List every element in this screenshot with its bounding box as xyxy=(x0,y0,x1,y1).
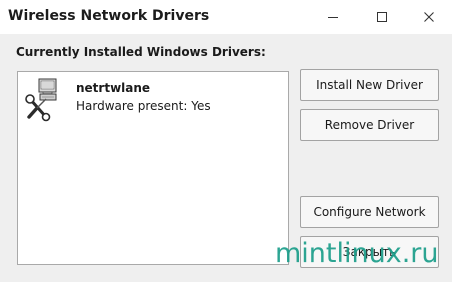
maximize-button[interactable] xyxy=(371,6,393,28)
minimize-button[interactable] xyxy=(322,6,344,28)
title-bar[interactable]: Wireless Network Drivers xyxy=(0,0,452,34)
installed-drivers-label: Currently Installed Windows Drivers: xyxy=(16,45,266,59)
close-icon xyxy=(424,12,434,22)
minimize-icon xyxy=(328,17,338,18)
close-button[interactable]: Закрыть xyxy=(300,236,439,268)
driver-name: netrtwlane xyxy=(76,81,151,95)
driver-list-item[interactable]: netrtwlane Hardware present: Yes xyxy=(22,75,262,125)
driver-status: Hardware present: Yes xyxy=(76,99,211,113)
close-window-button[interactable] xyxy=(418,6,440,28)
driver-list[interactable]: netrtwlane Hardware present: Yes xyxy=(17,71,289,265)
configure-network-button[interactable]: Configure Network xyxy=(300,196,439,228)
driver-window: Wireless Network Drivers Currently Insta… xyxy=(0,0,452,282)
window-title: Wireless Network Drivers xyxy=(8,8,210,24)
driver-tools-computer-icon xyxy=(25,78,57,122)
install-new-driver-button[interactable]: Install New Driver xyxy=(300,69,439,101)
remove-driver-button[interactable]: Remove Driver xyxy=(300,109,439,141)
maximize-icon xyxy=(377,12,387,22)
